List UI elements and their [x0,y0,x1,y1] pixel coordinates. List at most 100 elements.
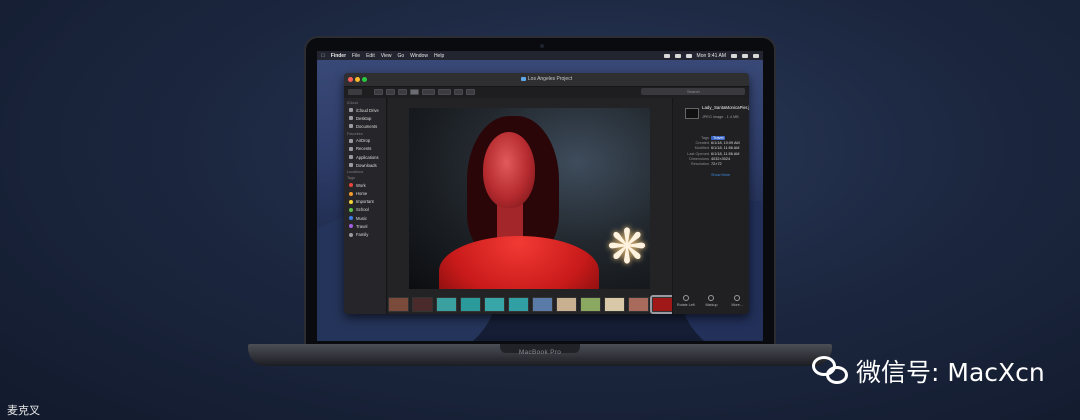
menu-window[interactable]: Window [410,53,428,59]
tag-color-dot [349,183,353,188]
thumbnail[interactable] [580,296,601,312]
laptop-lid:  Finder File Edit View Go Window Help M… [304,36,776,348]
title-bar: Los Angeles Project [344,73,749,87]
sidebar-tag-school[interactable]: School [344,206,386,214]
file-thumbnail-icon [685,108,699,119]
preview-image[interactable]: ❋ [409,108,650,289]
file-name: Lady_SantaMonicaPier.jpeg [702,105,749,110]
preview-pane: Lady_SantaMonicaPier.jpeg JPEG image - 1… [672,98,749,314]
thumbnail[interactable] [604,296,625,312]
search-input[interactable]: Search [641,88,745,95]
rotate-left-button[interactable]: Rotate Left [675,295,697,307]
sidebar-item-airdrop[interactable]: AirDrop [344,137,386,145]
sidebar-tag-work[interactable]: Work [344,181,386,189]
siri-icon[interactable] [742,53,748,58]
sidebar-tag-family[interactable]: Family [344,230,386,238]
thumbnail[interactable] [508,296,529,312]
cloud-icon [349,108,353,113]
photo-subject-shirt [439,236,599,289]
markup-button[interactable]: Markup [700,295,722,307]
gallery-view-button[interactable] [410,89,419,95]
list-view-button[interactable] [386,89,395,95]
menu-finder[interactable]: Finder [331,53,346,59]
thumbnail[interactable] [460,296,481,312]
sidebar-item-applications[interactable]: Applications [344,153,386,161]
battery-icon[interactable] [685,53,692,58]
tag-pill[interactable]: Travel [711,136,726,140]
menu-edit[interactable]: Edit [366,53,375,59]
quick-actions: Rotate Left Markup More... [673,295,749,307]
sidebar-tag-music[interactable]: Music [344,214,386,222]
wifi-icon[interactable] [663,53,670,58]
thumbnail[interactable] [556,296,577,312]
sidebar-tag-important[interactable]: Important [344,198,386,206]
thumbnail[interactable] [436,296,457,312]
wechat-id-text: 微信号: MacXcn [856,358,1045,387]
sidebar: iCloud iCloud Drive Desktop Documents Fa… [344,98,387,314]
tag-button[interactable] [466,89,475,95]
gallery-view: ❋ [388,98,675,314]
menu-help[interactable]: Help [434,53,444,59]
sidebar-item-recents[interactable]: Recents [344,145,386,153]
icon-view-button[interactable] [374,89,383,95]
thumbnail[interactable] [628,296,649,312]
sidebar-item-downloads[interactable]: Downloads [344,161,386,169]
sidebar-item-icloud-drive[interactable]: iCloud Drive [344,106,386,114]
spotlight-icon[interactable] [731,53,737,58]
thumbnail[interactable] [484,296,505,312]
thumbnail-strip [388,294,675,314]
window-title: Los Angeles Project [344,76,749,82]
tag-color-dot [349,207,353,212]
airplay-icon[interactable] [674,53,681,58]
rotate-left-icon [682,295,689,301]
thumbnail[interactable] [650,294,675,314]
group-button[interactable] [422,89,435,95]
airdrop-icon [349,138,353,143]
menu-bar:  Finder File Edit View Go Window Help M… [317,51,763,60]
laptop-screen:  Finder File Edit View Go Window Help M… [317,51,763,341]
sidebar-tag-travel[interactable]: Travel [344,222,386,230]
menu-view[interactable]: View [381,53,392,59]
tag-color-dot [349,199,353,204]
desktop-icon [349,116,353,121]
thumbnail[interactable] [532,296,553,312]
folder-icon [520,76,526,81]
thumbnail[interactable] [388,296,409,312]
tag-color-dot [349,191,353,196]
menubar-clock[interactable]: Mon 9:41 AM [697,53,726,59]
applications-icon [349,155,353,160]
sidebar-tag-home[interactable]: Home [344,190,386,198]
action-button[interactable] [438,89,451,95]
metadata-row: Resolution 72×72 [691,161,722,166]
tag-color-dot [349,224,353,229]
author-credit: 麦克叉 [7,404,40,417]
menu-file[interactable]: File [352,53,360,59]
show-more-link[interactable]: Show More [711,173,730,177]
thumbnail[interactable] [412,296,433,312]
tag-color-dot [349,216,353,221]
wechat-watermark: 微信号: MacXcn [812,353,1045,389]
more-icon [734,295,741,301]
column-view-button[interactable] [398,89,407,95]
clock-icon [349,146,353,151]
camera-icon [540,44,544,48]
back-forward-buttons[interactable] [348,89,362,95]
sidebar-item-desktop[interactable]: Desktop [344,114,386,122]
metadata-list: Tags Travel Created 6/1/18, 10:09 AM Modif… [675,136,749,167]
sidebar-item-documents[interactable]: Documents [344,122,386,130]
tag-color-dot [349,232,353,237]
menu-go[interactable]: Go [397,53,404,59]
download-icon [349,163,353,168]
file-kind: JPEG image - 1.4 MB [702,115,739,119]
more-button[interactable]: More... [726,295,748,307]
finder-window: Los Angeles Project Search iCloud iCloud… [344,73,749,314]
markup-icon [708,295,715,301]
star-light-icon: ❋ [606,221,648,274]
toolbar [374,89,475,95]
document-icon [349,124,353,129]
apple-logo-icon[interactable]:  [321,53,325,59]
share-button[interactable] [454,89,463,95]
wechat-icon [812,354,850,388]
photo-subject-face [483,132,535,208]
notification-center-icon[interactable] [753,53,759,58]
